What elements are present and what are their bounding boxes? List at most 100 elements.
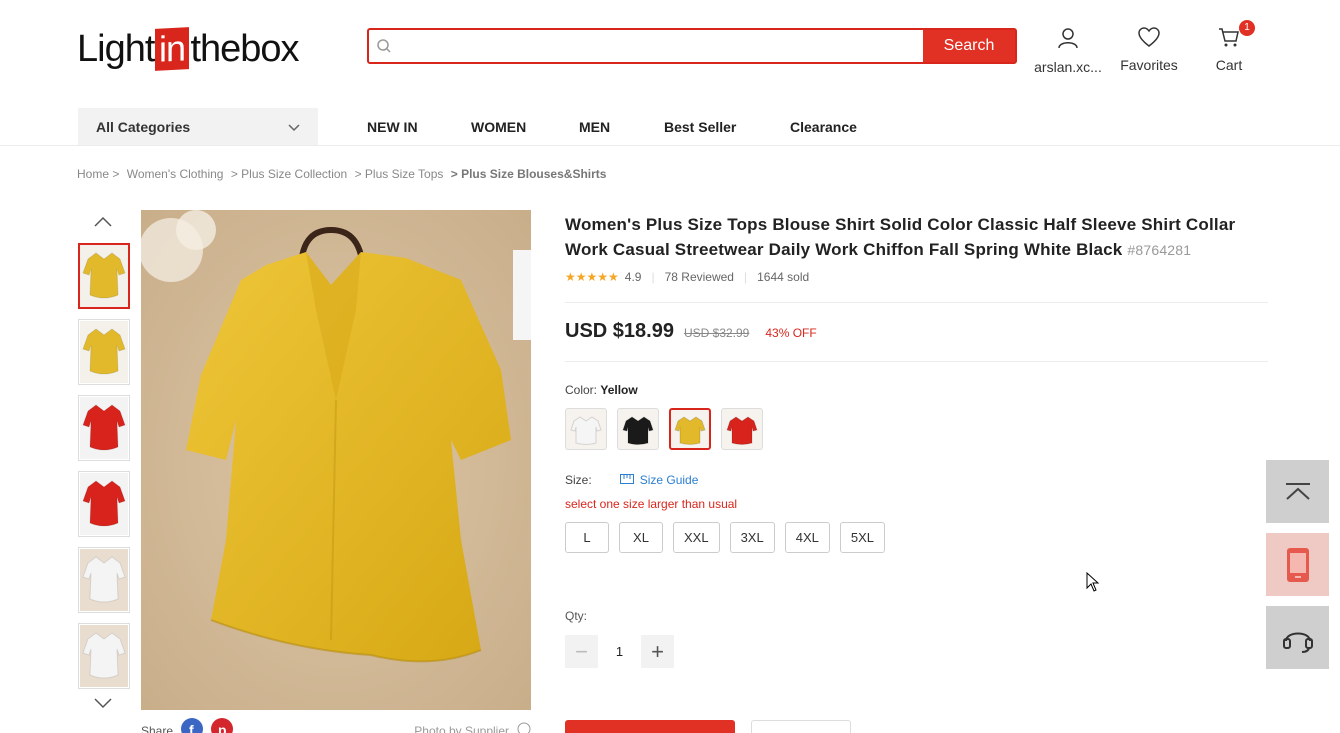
color-swatch-2[interactable] [617,408,659,450]
color-swatch-3[interactable] [669,408,711,450]
headset-icon [1282,632,1313,653]
favorites-label: Favorites [1120,57,1178,73]
size-option-5xl[interactable]: 5XL [839,522,885,553]
facebook-icon[interactable]: f [181,718,204,733]
cart-icon: 1 [1217,20,1255,51]
customer-service-button[interactable] [1266,606,1329,669]
help-icon[interactable] [517,722,531,733]
blouse-thumbnail-image [80,473,128,535]
blouse-swatch-image [622,416,654,445]
qty-decrement-button[interactable]: − [565,635,598,668]
divider [565,361,1268,362]
yellow-blouse-image [141,210,531,710]
add-to-cart-button[interactable] [565,720,735,733]
original-price: USD $32.99 [683,326,750,340]
thumb-scroll-up-button[interactable] [92,216,114,230]
cart-link[interactable]: 1 Cart [1208,20,1255,73]
breadcrumb-plus-size-collection[interactable]: > Plus Size Collection [231,167,347,181]
color-swatch-1[interactable] [565,408,607,450]
nav-item-clearance[interactable]: Clearance [790,119,857,135]
logo-text-light: Light [77,27,155,70]
mobile-app-button[interactable] [1266,533,1329,596]
search-bar: Search [367,28,1017,64]
chevron-down-icon [288,119,300,135]
blouse-swatch-image [726,416,758,445]
logo-text-in: in [155,27,190,71]
main-product-image[interactable] [141,210,531,710]
size-note: select one size larger than usual [565,497,738,511]
color-label: Color: [565,383,598,397]
all-categories-label: All Categories [96,118,191,135]
chevron-up-icon [94,216,112,227]
search-input[interactable] [399,30,923,62]
mobile-phone-icon [1286,547,1309,582]
nav-item-men[interactable]: MEN [579,119,610,135]
nav-item-best-seller[interactable]: Best Seller [664,119,736,135]
thumbnail-list [78,243,130,699]
site-header: Light in thebox Search arslan.xc... Favo… [0,0,1340,100]
search-button[interactable]: Search [923,30,1015,62]
back-to-top-icon [1285,482,1310,500]
breadcrumb-plus-size-tops[interactable]: > Plus Size Tops [355,167,444,181]
color-swatch-4[interactable] [721,408,763,450]
heart-icon [1137,27,1161,51]
breadcrumb-current: > Plus Size Blouses&Shirts [450,167,607,181]
divider [565,302,1268,303]
thumbnail-1[interactable] [78,243,130,309]
svg-text:f: f [189,722,194,733]
product-sku: #8764281 [1127,242,1192,258]
account-menu[interactable]: arslan.xc... [1030,26,1106,75]
star-rating-icon: ★★★★★ [565,270,619,284]
color-swatches [565,408,763,450]
blouse-thumbnail-image [80,549,128,611]
thumbnail-5[interactable] [78,547,130,613]
blouse-thumbnail-image [80,245,128,307]
sold-count: 1644 sold [757,270,810,284]
thumb-scroll-down-button[interactable] [92,697,114,711]
quantity-stepper: − 1 + [565,635,674,668]
breadcrumb-home[interactable]: Home > [77,167,119,181]
ruler-icon [619,473,634,487]
svg-text:p: p [218,722,227,733]
qty-value[interactable]: 1 [598,644,641,659]
size-option-4xl[interactable]: 4XL [784,522,830,553]
share-label: Share [141,723,174,733]
cart-count-badge: 1 [1239,20,1255,36]
nav-item-new-in[interactable]: NEW IN [367,119,418,135]
favorites-link[interactable]: Favorites [1118,26,1180,73]
cart-label: Cart [1215,57,1243,73]
current-price: USD $18.99 [565,320,674,342]
size-label: Size: [565,473,592,487]
breadcrumb-womens-clothing[interactable]: Women's Clothing [127,167,224,181]
discount-badge: 43% OFF [765,326,817,340]
size-label-row: Size: Size Guide [565,473,698,487]
thumbnail-6[interactable] [78,623,130,689]
all-categories-dropdown[interactable]: All Categories [78,108,318,145]
pinterest-icon[interactable]: p [211,718,234,733]
qty-label: Qty: [565,609,588,623]
size-option-3xl[interactable]: 3XL [729,522,775,553]
size-options: L XL XXL 3XL 4XL 5XL [565,522,885,553]
thumbnail-4[interactable] [78,471,130,537]
size-option-xl[interactable]: XL [619,522,663,553]
thumbnail-2[interactable] [78,319,130,385]
back-to-top-button[interactable] [1266,460,1329,523]
account-label: arslan.xc... [1034,59,1102,75]
size-guide-link[interactable]: Size Guide [619,473,698,487]
price-row: USD $18.99 USD $32.99 43% OFF [565,320,817,343]
share-row: Share f p Photo by Supplier [141,718,531,733]
reviews-link[interactable]: 78 Reviewed [665,270,734,284]
breadcrumb: Home > Women's Clothing > Plus Size Coll… [77,167,610,181]
main-nav: All Categories NEW IN WOMEN MEN Best Sel… [0,108,1340,146]
site-logo[interactable]: Light in thebox [77,24,300,74]
nav-item-women[interactable]: WOMEN [471,119,526,135]
search-icon [369,30,399,62]
selected-color: Yellow [600,383,638,397]
size-option-xxl[interactable]: XXL [673,522,720,553]
user-icon [1056,28,1080,53]
thumbnail-3[interactable] [78,395,130,461]
qty-increment-button[interactable]: + [641,635,674,668]
size-option-l[interactable]: L [565,522,609,553]
add-to-favorites-button[interactable] [751,720,851,733]
chevron-down-icon [94,698,112,709]
